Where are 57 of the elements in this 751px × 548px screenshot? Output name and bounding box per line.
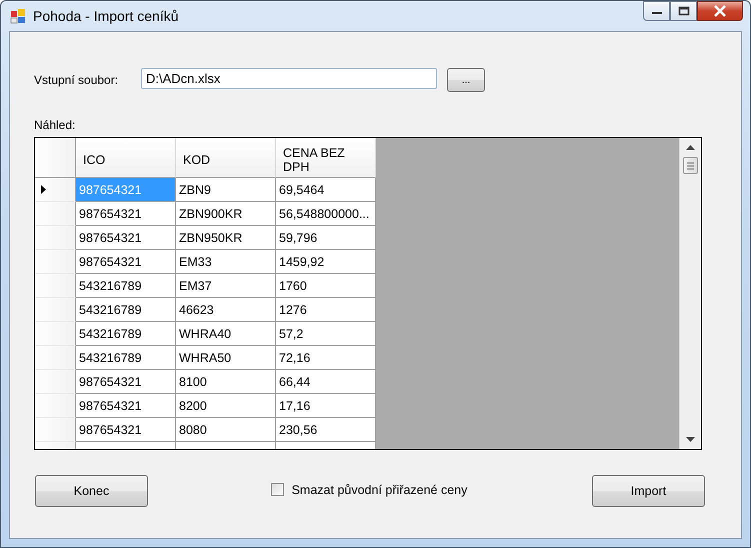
table-cell: 543216789 [76, 298, 176, 322]
table-cell: WHRA40 [176, 322, 276, 346]
table-cell: 987654321 [76, 418, 176, 442]
close-button[interactable] [697, 1, 743, 21]
table-cell: 57,2 [276, 322, 376, 346]
row-header[interactable] [35, 178, 76, 202]
table-cell: 987654321 [76, 202, 176, 226]
table-cell: 543216789 [76, 346, 176, 370]
scroll-up-icon[interactable] [686, 145, 695, 150]
column-header[interactable]: CENA BEZ DPH [276, 138, 376, 178]
table-cell: 66,44 [276, 370, 376, 394]
table-cell: 17,16 [276, 394, 376, 418]
table-cell: 1459,92 [276, 250, 376, 274]
table-cell: 987654321 [76, 178, 176, 202]
import-button[interactable]: Import [592, 475, 705, 507]
table-cell: WHRA50 [176, 346, 276, 370]
table-cell: 46623 [176, 298, 276, 322]
table-cell: ZBN950KR [176, 226, 276, 250]
preview-label: Náhled: [34, 118, 76, 132]
table-cell: 8100 [176, 370, 276, 394]
checkbox-label: Smazat původní přiřazené ceny [292, 482, 468, 496]
minimize-button[interactable] [643, 1, 670, 21]
table-cell: 59,796 [276, 226, 376, 250]
file-path-field[interactable]: D:\ADcn.xlsx [141, 68, 437, 88]
column-header[interactable]: ICO [76, 138, 176, 178]
current-row-icon [41, 185, 46, 194]
scroll-down-icon[interactable] [686, 437, 695, 442]
app-icon [10, 8, 26, 24]
table-cell: 987654321 [76, 394, 176, 418]
table-cell: 987654321 [76, 226, 176, 250]
maximize-button[interactable] [670, 1, 697, 21]
browse-button[interactable]: ... [447, 68, 485, 92]
table-cell: 8200 [176, 394, 276, 418]
table-cell: 56,548800000... [276, 202, 376, 226]
close-dialog-button[interactable]: Konec [35, 475, 148, 507]
table-cell: 987654321 [76, 370, 176, 394]
table-cell: 1760 [276, 274, 376, 298]
window-title: Pohoda - Import ceníků [33, 8, 180, 24]
table-cell: 1276 [276, 298, 376, 322]
table-cell: 543216789 [76, 274, 176, 298]
table-cell: EM37 [176, 274, 276, 298]
table-cell: 987654321 [76, 250, 176, 274]
table-cell: EM33 [176, 250, 276, 274]
field-label: Vstupní soubor: [34, 73, 120, 87]
table-cell: ZBN900KR [176, 202, 276, 226]
scroll-thumb[interactable] [683, 157, 698, 174]
maximize-icon [678, 6, 690, 16]
column-header[interactable]: KOD [176, 138, 276, 178]
close-icon [713, 5, 727, 17]
checkbox[interactable] [270, 483, 284, 496]
table-cell: ZBN9 [176, 178, 276, 202]
table-cell: 230,56 [276, 418, 376, 442]
vertical-scrollbar[interactable] [679, 138, 701, 449]
table-cell: 543216789 [76, 322, 176, 346]
table-cell: 69,5464 [276, 178, 376, 202]
table-cell: 72,16 [276, 346, 376, 370]
table-cell: 8080 [176, 418, 276, 442]
